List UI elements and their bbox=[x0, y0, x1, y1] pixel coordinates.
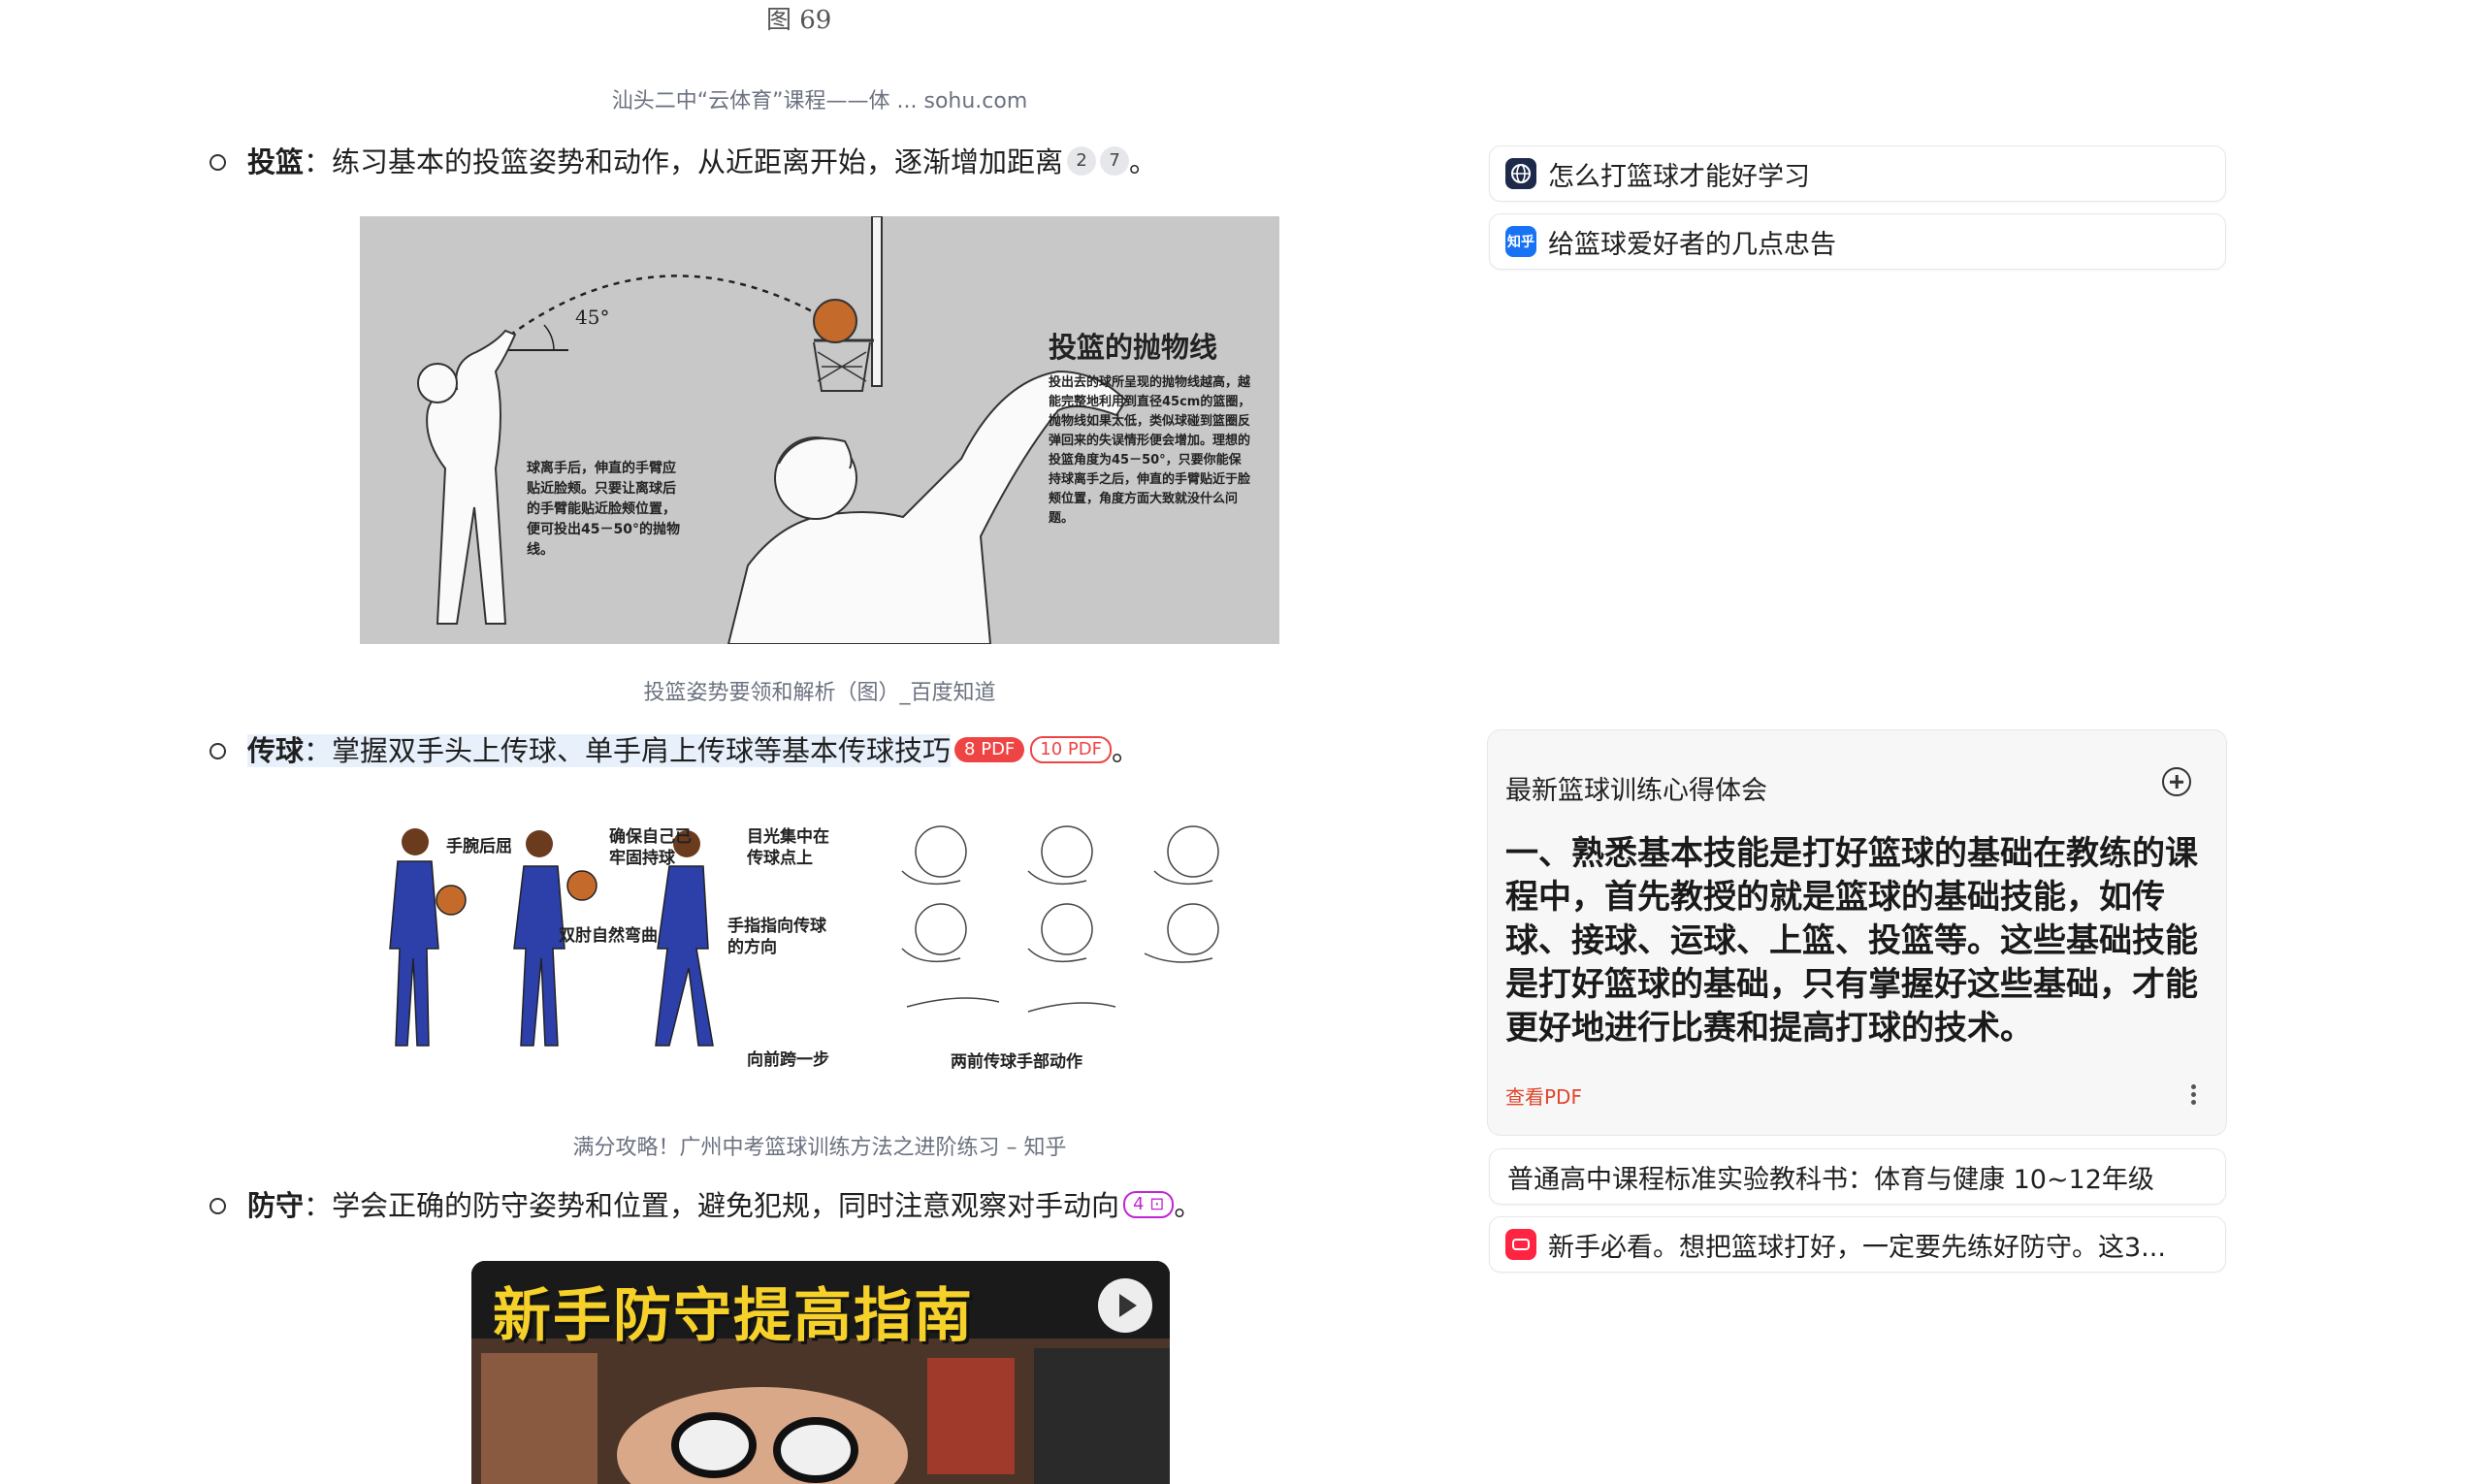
diagram-heading: 投篮的抛物线 bbox=[1049, 331, 1218, 364]
bullet-circle-icon bbox=[210, 742, 226, 759]
image-caption-1[interactable]: 汕头二中“云体育”课程——体 ... sohu.com bbox=[485, 83, 1154, 114]
passing-technique-image[interactable]: 手腕后屈 确保自己已牢固持球 目光集中在传球点上 双肘自然弯曲 手指指向传球的方… bbox=[378, 813, 1263, 1084]
source-link-card[interactable]: 普通高中课程标准实验教科书：体育与健康 10~12年级 bbox=[1489, 1148, 2226, 1205]
bullet-shooting: 投篮：练习基本的投篮姿势和动作，从近距离开始，逐渐增加距离 2 7。 bbox=[210, 141, 1157, 183]
pdf-summary-card[interactable]: 最新篮球训练心得体会 一、熟悉基本技能是打好篮球的基础在教练的课程中，首先教授的… bbox=[1487, 729, 2227, 1136]
passing-label: 手腕后屈 bbox=[446, 837, 512, 856]
image-caption-3[interactable]: 满分攻略！广州中考篮球训练方法之进阶练习 – 知乎 bbox=[446, 1130, 1193, 1161]
passing-label: 手指指向传球的方向 bbox=[727, 917, 826, 957]
pdf-citation-badge[interactable]: 8 PDF bbox=[954, 737, 1025, 762]
bullet-text: 练习基本的投篮姿势和动作，从近距离开始，逐渐增加距离 bbox=[332, 145, 1064, 178]
bullet-text: 学会正确的防守姿势和位置，避免犯规，同时注意观察对手动向 bbox=[332, 1189, 1120, 1222]
bullet-text: 掌握双手头上传球、单手肩上传球等基本传球技巧 bbox=[332, 734, 952, 767]
citation-badge[interactable]: 7 bbox=[1100, 146, 1130, 176]
passing-label: 双肘自然弯曲 bbox=[559, 926, 658, 946]
highlighted-text: 传球：掌握双手头上传球、单手肩上传球等基本传球技巧 bbox=[247, 734, 952, 767]
bullet-title: 投篮 bbox=[247, 145, 305, 178]
source-link-label: 普通高中课程标准实验教科书：体育与健康 10~12年级 bbox=[1507, 1164, 2154, 1195]
view-pdf-link[interactable]: 查看PDF bbox=[1505, 1081, 1582, 1110]
figure-number-label: 图 69 bbox=[766, 6, 832, 35]
zhihu-icon: 知乎 bbox=[1505, 226, 1536, 257]
card-title: 最新篮球训练心得体会 bbox=[1505, 776, 1767, 806]
source-link-label: 新手必看。想把篮球打好，一定要先练好防守。这3... bbox=[1548, 1232, 2166, 1263]
passing-label: 目光集中在传球点上 bbox=[747, 827, 829, 868]
image-caption-2[interactable]: 投篮姿势要领和解析（图）_百度知道 bbox=[485, 675, 1154, 706]
bullet-passing: 传球：掌握双手头上传球、单手肩上传球等基本传球技巧 8 PDF 10 PDF。 bbox=[210, 729, 1140, 772]
angle-label: 45° bbox=[575, 306, 610, 329]
citation-badge[interactable]: 2 bbox=[1067, 146, 1097, 176]
image-citation-badge: 4 ⊡ bbox=[1123, 1191, 1175, 1218]
source-link-label: 怎么打篮球才能好学习 bbox=[1548, 161, 1810, 192]
diagram-right-note: 投出去的球所呈现的抛物线越高，越能完整地利用到直径45cm的篮圈，抛物线如果太低… bbox=[1049, 375, 1251, 526]
source-link-card[interactable]: 新手必看。想把篮球打好，一定要先练好防守。这3... bbox=[1489, 1216, 2226, 1273]
diagram-left-note: 球离手后，伸直的手臂应贴近脸颊。只要让离球后的手臂能贴近脸颊位置，便可投出45－… bbox=[527, 461, 680, 558]
source-link-card[interactable]: 怎么打篮球才能好学习 bbox=[1489, 145, 2226, 202]
add-circle-icon[interactable] bbox=[2162, 767, 2191, 796]
passing-label: 确保自己已牢固持球 bbox=[609, 827, 692, 868]
card-excerpt: 一、熟悉基本技能是打好篮球的基础在教练的课程中，首先教授的就是篮球的基础技能，如… bbox=[1505, 834, 2198, 1048]
bullet-defense: 防守：学会正确的防守姿势和位置，避免犯规，同时注意观察对手动向 4 ⊡。 bbox=[210, 1184, 1202, 1227]
source-link-label: 给篮球爱好者的几点忠告 bbox=[1548, 229, 1836, 260]
globe-icon bbox=[1505, 158, 1536, 189]
shooting-diagram-image[interactable]: 45° 投篮的抛物线 球离手后，伸直的手臂应贴近脸颊。只要让离球后的手臂能贴近脸… bbox=[360, 216, 1279, 644]
more-options-icon[interactable] bbox=[2191, 1081, 2197, 1108]
bullet-title: 传球 bbox=[247, 734, 305, 767]
play-icon[interactable] bbox=[1098, 1278, 1152, 1333]
pdf-citation-badge[interactable]: 10 PDF bbox=[1030, 736, 1112, 763]
bullet-title: 防守 bbox=[247, 1189, 305, 1222]
bullet-circle-icon bbox=[210, 1197, 226, 1214]
passing-label: 向前跨一步 bbox=[747, 1050, 829, 1070]
source-link-card[interactable]: 知乎 给篮球爱好者的几点忠告 bbox=[1489, 213, 2226, 270]
bullet-circle-icon bbox=[210, 153, 226, 171]
video-thumbnail[interactable]: 新手防守提高指南 bbox=[471, 1261, 1170, 1484]
xiaohongshu-icon bbox=[1505, 1229, 1536, 1260]
passing-label: 两前传球手部动作 bbox=[951, 1052, 1082, 1072]
video-title: 新手防守提高指南 bbox=[493, 1282, 974, 1350]
